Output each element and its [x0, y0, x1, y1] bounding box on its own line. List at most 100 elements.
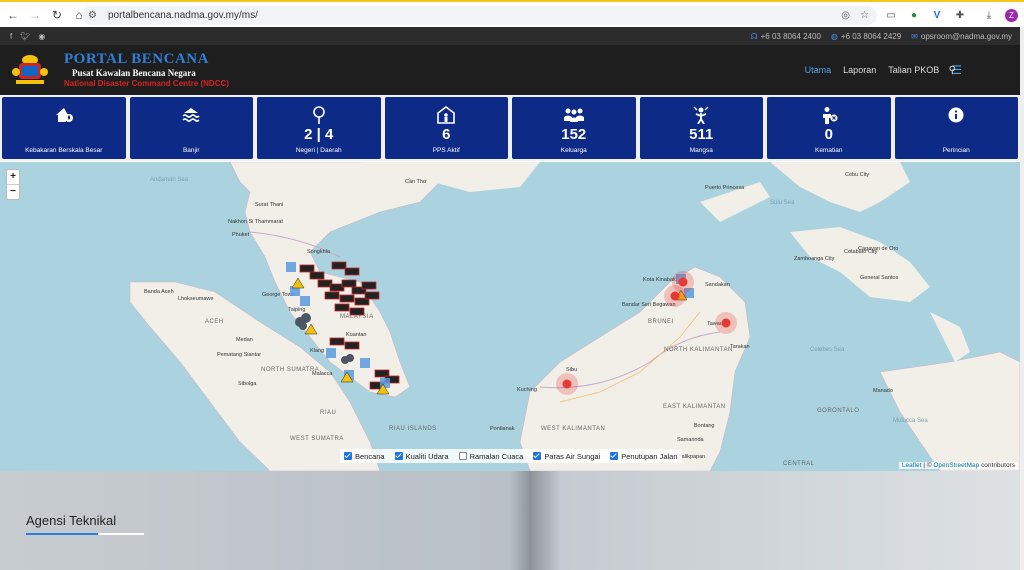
layer-toggle-ramalan-cuaca[interactable]: Ramalan Cuaca	[458, 451, 524, 461]
attribution-separator: | ©	[923, 462, 932, 469]
map-layer-legend: Bencana Kualiti Udara Ramalan Cuaca Para…	[340, 449, 682, 463]
brand-subtitle-en: National Disaster Command Centre (NDCC)	[64, 79, 229, 88]
stat-label: Perincian	[942, 147, 970, 154]
facebook-icon[interactable]: f	[10, 32, 12, 41]
forward-icon[interactable]: →	[26, 6, 44, 24]
main-menu: Utama Laporan Talian PKOB ☰	[805, 45, 962, 95]
info-icon	[948, 106, 964, 124]
phone2-contact[interactable]: ◍ +6 03 8064 2429	[831, 32, 901, 41]
address-bar[interactable]: ⚙ portalbencana.nadma.gov.my/ms/ ◎ ☆	[82, 6, 877, 25]
air-quality-cloud-markers	[295, 313, 354, 364]
stat-card-perincian[interactable]: Perincian	[894, 97, 1018, 159]
stat-value: 2 | 4	[304, 126, 334, 143]
extension-green-icon[interactable]: ●	[907, 8, 921, 22]
family-icon	[563, 106, 585, 124]
stat-card-banjir[interactable]: Banjir	[129, 97, 253, 159]
stat-label: Keluarga	[560, 147, 587, 154]
phone1-text: +6 03 8064 2400	[760, 31, 821, 41]
eye-off-icon[interactable]: ◎	[841, 10, 850, 21]
section-title: Agensi Teknikal	[26, 513, 117, 528]
layer-toggle-paras-air-sungai[interactable]: Paras Air Sungai	[533, 452, 600, 461]
stat-value: 0	[824, 126, 833, 143]
section-title-underline	[26, 533, 144, 535]
phone2-text: +6 03 8064 2429	[840, 31, 902, 41]
layer-label: Ramalan Cuaca	[469, 451, 524, 461]
map-zoom-control: + −	[6, 169, 20, 200]
water-icon	[182, 106, 200, 124]
phone1-contact[interactable]: ☊ +6 03 8064 2400	[751, 32, 821, 41]
layer-label: Penutupan Jalan	[621, 451, 678, 461]
stat-card-kebakaran[interactable]: Kebakaran Berskala Besar	[2, 97, 126, 159]
checkbox-checked[interactable]	[533, 452, 542, 460]
stat-value: 152	[561, 126, 587, 143]
stats-bar: Kebakaran Berskala Besar Banjir 2 | 4 Ne…	[0, 95, 1020, 161]
brand-subtitle: Pusat Kawalan Bencana Negara	[72, 68, 196, 78]
cast-icon[interactable]: ▭	[884, 8, 898, 22]
twitter-icon[interactable]: 🐦︎	[20, 32, 30, 41]
stat-label: Banjir	[182, 147, 200, 154]
map-marker-layer	[286, 261, 737, 395]
stat-card-pps-aktif[interactable]: 6 PPS Aktif	[384, 97, 508, 159]
download-icon[interactable]: ⤓	[982, 8, 996, 22]
leaflet-link[interactable]: Leaflet	[902, 462, 922, 469]
brand-block[interactable]: PORTAL BENCANA Pusat Kawalan Bencana Neg…	[64, 52, 229, 88]
email-contact[interactable]: ✉ opsroom@nadma.gov.my	[911, 32, 1012, 41]
road-closure-markers	[299, 261, 400, 390]
stat-label: Kebakaran Berskala Besar	[25, 147, 103, 154]
disaster-map[interactable]: Andaman Sea Cần Thơ Puerto Princesa Cebu…	[0, 162, 1020, 471]
stat-card-kematian[interactable]: 0 Kematian	[767, 97, 891, 159]
layer-label: Bencana	[355, 451, 385, 461]
death-icon	[820, 106, 838, 124]
search-icon[interactable]: ⚲	[949, 65, 956, 76]
disaster-pulse-markers	[556, 271, 737, 395]
brand-title: PORTAL BENCANA	[64, 51, 209, 67]
email-text: opsroom@nadma.gov.my	[920, 31, 1012, 41]
mail-icon: ✉	[911, 31, 918, 41]
checkbox-checked[interactable]	[344, 452, 352, 460]
reload-icon[interactable]: ↻	[48, 6, 66, 24]
attribution-tail: contributors	[981, 462, 1015, 469]
shelter-icon	[437, 106, 456, 124]
checkbox-checked[interactable]	[394, 452, 403, 460]
headset-icon: ☊	[750, 31, 758, 41]
victim-icon	[692, 106, 710, 124]
extension-v-icon[interactable]: V	[930, 8, 944, 22]
top-info-bar: f 🐦︎ ◉ ☊ +6 03 8064 2400 ◍ +6 03 8064 2429…	[0, 27, 1020, 45]
stat-card-negeri-daerah[interactable]: 2 | 4 Negeri | Daerah	[257, 97, 381, 159]
layer-label: Kualiti Udara	[405, 451, 449, 461]
layer-toggle-penutupan-jalan[interactable]: Penutupan Jalan	[610, 451, 678, 461]
menu-item-laporan[interactable]: Laporan	[843, 65, 876, 75]
stat-card-keluarga[interactable]: 152 Keluarga	[512, 97, 636, 159]
layer-toggle-kualiti-udara[interactable]: Kualiti Udara	[394, 451, 449, 461]
stat-card-mangsa[interactable]: 511 Mangsa	[639, 97, 763, 159]
site-info-icon[interactable]: ⚙	[88, 10, 102, 21]
stat-value: 511	[689, 126, 714, 143]
extensions-puzzle-icon[interactable]: ✚	[953, 8, 967, 22]
globe-phone-icon: ◍	[830, 31, 838, 41]
menu-item-talian-pkob[interactable]: Talian PKOB	[888, 65, 939, 75]
map-pin-icon	[312, 106, 325, 124]
stat-label: Mangsa	[689, 147, 713, 154]
coat-of-arms-logo[interactable]	[10, 50, 50, 90]
back-icon[interactable]: ←	[4, 6, 22, 24]
stat-label: Kematian	[815, 147, 843, 154]
page-scrollbar[interactable]	[1020, 27, 1024, 570]
house-fire-icon	[55, 106, 73, 124]
osm-link[interactable]: OpenStreetMap	[933, 462, 979, 469]
zoom-in-button[interactable]: +	[7, 170, 19, 185]
url-text[interactable]: portalbencana.nadma.gov.my/ms/	[108, 10, 258, 21]
stat-label: PPS Aktif	[432, 147, 460, 154]
profile-avatar[interactable]: Z	[1005, 8, 1018, 22]
map-attribution: Leaflet | © OpenStreetMap contributors	[898, 462, 1018, 469]
browser-toolbar: ← → ↻ ⌂ ⚙ portalbencana.nadma.gov.my/ms/…	[0, 0, 1024, 27]
layer-label: Paras Air Sungai	[544, 451, 601, 461]
layer-toggle-bencana[interactable]: Bencana	[344, 452, 385, 461]
menu-item-utama[interactable]: Utama	[805, 65, 832, 75]
bookmark-star-icon[interactable]: ☆	[860, 10, 869, 21]
stat-value: 6	[442, 126, 451, 143]
zoom-out-button[interactable]: −	[7, 185, 19, 199]
stat-label: Negeri | Daerah	[295, 147, 342, 154]
checkbox-unchecked[interactable]	[458, 452, 467, 460]
checkbox-checked[interactable]	[610, 452, 619, 460]
instagram-icon[interactable]: ◉	[38, 32, 45, 41]
